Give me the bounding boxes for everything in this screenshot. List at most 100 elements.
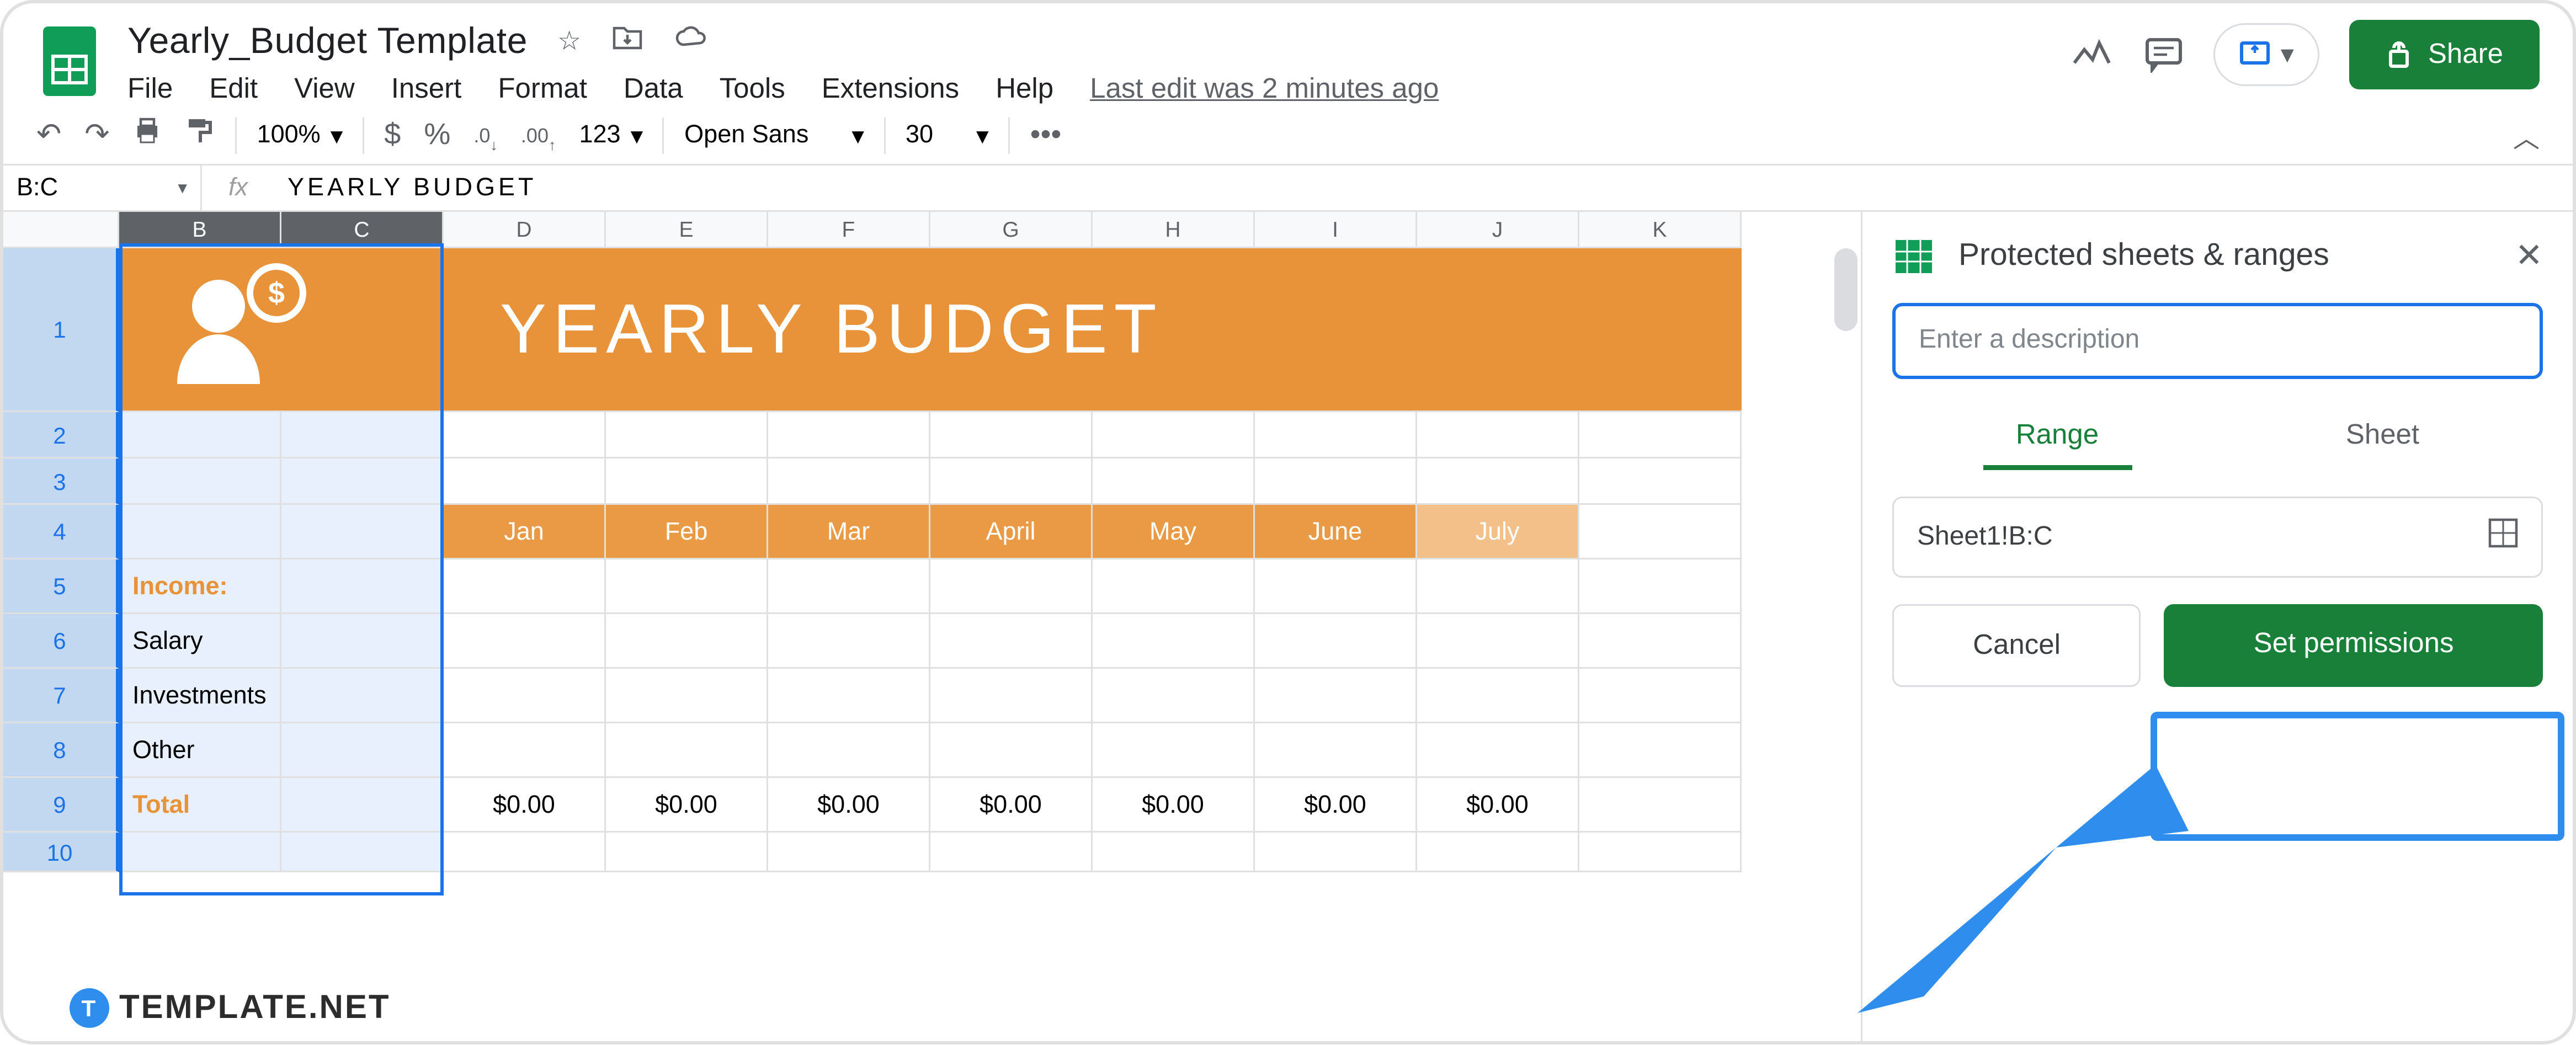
menu-extensions[interactable]: Extensions [822,73,960,106]
row-header[interactable]: 8 [3,723,119,778]
cell[interactable] [606,669,768,723]
cell[interactable] [119,505,281,559]
cell[interactable] [1093,723,1255,778]
column-header[interactable]: B [119,212,281,248]
cell[interactable] [1579,614,1742,669]
cell[interactable]: $0.00 [1093,778,1255,833]
cell[interactable] [1093,412,1255,458]
currency-icon[interactable]: $ [384,118,401,152]
menu-data[interactable]: Data [624,73,683,106]
cell[interactable] [1093,833,1255,872]
column-header[interactable]: C [281,212,444,248]
cell[interactable] [444,458,606,505]
cell[interactable] [281,778,444,833]
cell[interactable] [281,559,444,614]
cell[interactable] [768,723,930,778]
redo-icon[interactable]: ↷ [84,118,109,152]
cell[interactable] [930,833,1093,872]
cell[interactable]: July [1417,505,1579,559]
column-header[interactable]: F [768,212,930,248]
cell[interactable] [768,669,930,723]
collapse-toolbar-icon[interactable]: ︿ [2513,115,2540,155]
row-header[interactable]: 6 [3,614,119,669]
cell[interactable] [1417,669,1579,723]
cell[interactable] [1417,559,1579,614]
row-header[interactable]: 10 [3,833,119,872]
cell[interactable] [119,458,281,505]
name-box[interactable]: B:C▾ [3,166,202,210]
cell[interactable]: $0.00 [768,778,930,833]
column-header[interactable]: H [1093,212,1255,248]
column-header[interactable]: G [930,212,1093,248]
menu-format[interactable]: Format [498,73,587,106]
cell[interactable] [281,412,444,458]
cell[interactable] [119,833,281,872]
cell[interactable] [768,833,930,872]
row-header[interactable]: 4 [3,505,119,559]
set-permissions-button[interactable]: Set permissions [2164,604,2543,687]
move-icon[interactable] [611,24,644,59]
cell[interactable] [1093,458,1255,505]
column-header[interactable]: I [1255,212,1417,248]
other-label[interactable]: Other [119,723,281,778]
cell[interactable] [1417,412,1579,458]
cell[interactable] [606,723,768,778]
investments-label[interactable]: Investments [119,669,281,723]
cell[interactable] [1417,614,1579,669]
undo-icon[interactable]: ↶ [36,118,61,152]
menu-insert[interactable]: Insert [391,73,462,106]
cell[interactable] [1093,559,1255,614]
menu-help[interactable]: Help [996,73,1053,106]
cell[interactable] [281,614,444,669]
column-header[interactable] [3,212,119,248]
cell[interactable] [930,669,1093,723]
column-header[interactable]: J [1417,212,1579,248]
cell[interactable] [606,458,768,505]
doc-title[interactable]: Yearly_Budget Template [127,20,528,63]
cell[interactable] [281,723,444,778]
cell[interactable] [930,723,1093,778]
cell[interactable] [1579,559,1742,614]
sheet-grid[interactable]: BCDEFGHIJK1$YEARLY BUDGET234JanFebMarApr… [3,212,1861,1041]
last-edit-link[interactable]: Last edit was 2 minutes ago [1090,73,1439,106]
cell[interactable] [1579,669,1742,723]
cell[interactable] [1255,723,1417,778]
cell[interactable] [1417,458,1579,505]
row-header[interactable]: 1 [3,248,119,412]
cell[interactable] [930,559,1093,614]
row-header[interactable]: 7 [3,669,119,723]
cell[interactable] [444,723,606,778]
cell[interactable] [281,505,444,559]
cell[interactable] [444,559,606,614]
cell[interactable] [930,614,1093,669]
cell[interactable] [1579,412,1742,458]
cell[interactable] [444,669,606,723]
row-header[interactable]: 9 [3,778,119,833]
print-icon[interactable] [133,116,163,154]
activity-icon[interactable] [2071,38,2114,71]
cell[interactable]: May [1093,505,1255,559]
cell[interactable]: April [930,505,1093,559]
select-range-icon[interactable] [2488,518,2518,556]
more-icon[interactable]: ••• [1030,118,1062,152]
cell[interactable] [1579,458,1742,505]
cell[interactable] [1579,723,1742,778]
font-size-select[interactable]: 30▾ [906,120,989,150]
cell[interactable]: June [1255,505,1417,559]
cell[interactable] [444,833,606,872]
cell[interactable] [930,458,1093,505]
number-format-select[interactable]: 123▾ [579,120,643,150]
font-select[interactable]: Open Sans▾ [684,120,864,150]
income-label[interactable]: Income: [119,559,281,614]
close-icon[interactable]: ✕ [2515,235,2543,276]
range-input[interactable]: Sheet1!B:C [1892,497,2543,578]
cell[interactable]: $0.00 [930,778,1093,833]
description-input[interactable]: Enter a description [1892,303,2543,379]
column-header[interactable]: E [606,212,768,248]
cancel-button[interactable]: Cancel [1892,604,2141,687]
cell[interactable] [768,458,930,505]
dec-decimal-icon[interactable]: .0↓ [473,116,498,154]
vertical-scrollbar[interactable] [1834,248,1858,331]
row-header[interactable]: 5 [3,559,119,614]
cell[interactable]: Feb [606,505,768,559]
